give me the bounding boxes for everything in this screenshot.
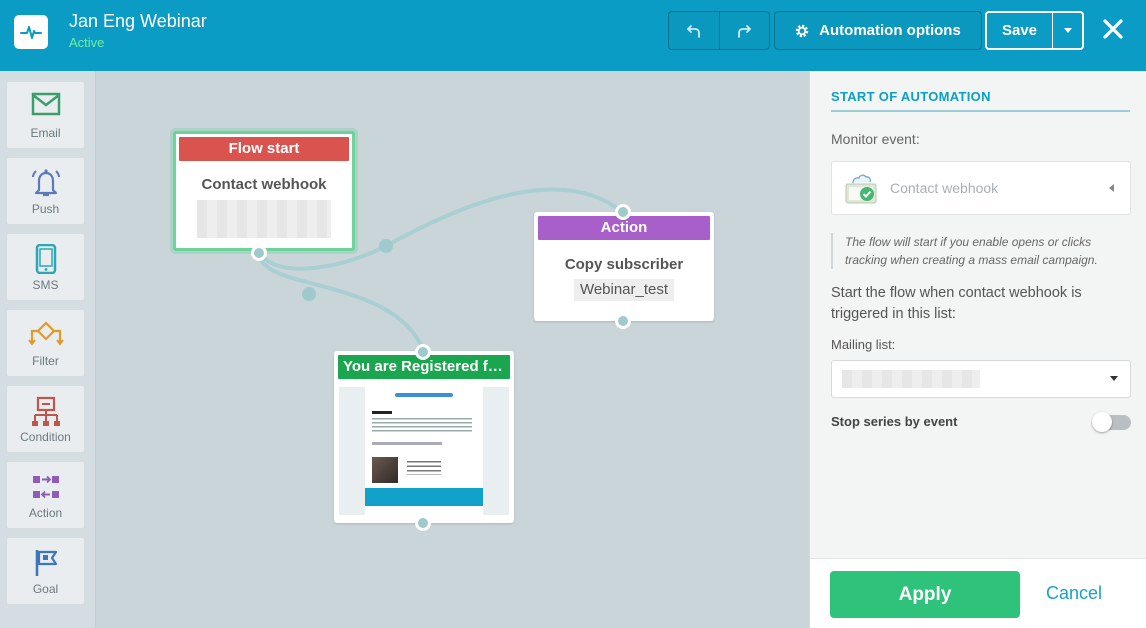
filter-icon xyxy=(27,321,64,346)
flow-start-node[interactable]: Flow start Contact webhook xyxy=(173,131,355,251)
app-logo[interactable] xyxy=(14,15,48,49)
caret-left-icon xyxy=(1109,184,1114,192)
palette-label: Goal xyxy=(32,582,59,596)
caret-down-icon xyxy=(1110,376,1118,381)
email-preview-card xyxy=(365,387,483,515)
palette-label: Filter xyxy=(32,354,59,368)
email-input-port[interactable] xyxy=(415,344,431,360)
redo-icon xyxy=(738,24,752,38)
flag-icon xyxy=(35,550,57,576)
close-icon xyxy=(1103,19,1123,39)
panel-footer: Apply Cancel xyxy=(810,558,1146,628)
action-icon xyxy=(32,475,59,499)
connection-midpoint xyxy=(379,239,393,253)
element-palette: Email Push SMS Filter Condition Action G… xyxy=(0,71,96,628)
redo-button[interactable] xyxy=(719,12,769,49)
undo-icon xyxy=(686,24,700,38)
email-output-port[interactable] xyxy=(415,515,431,531)
email-preview-signature xyxy=(407,461,441,475)
palette-label: Condition xyxy=(20,430,71,444)
phone-icon xyxy=(35,244,56,274)
palette-item-filter[interactable]: Filter xyxy=(6,309,85,377)
cancel-button[interactable]: Cancel xyxy=(1046,583,1102,604)
toggle-knob xyxy=(1092,412,1112,432)
email-preview-text xyxy=(372,418,472,432)
panel-title: START OF AUTOMATION xyxy=(831,89,991,104)
stop-series-toggle[interactable] xyxy=(1092,412,1131,432)
palette-item-condition[interactable]: Condition xyxy=(6,385,85,453)
palette-label: Push xyxy=(31,202,60,216)
save-button-group: Save xyxy=(985,11,1084,50)
action-output-port[interactable] xyxy=(615,313,631,329)
panel-divider xyxy=(831,110,1130,112)
palette-item-action[interactable]: Action xyxy=(6,461,85,529)
undo-button[interactable] xyxy=(669,12,719,49)
email-preview-logo xyxy=(395,393,453,397)
gear-icon xyxy=(795,24,809,37)
pulse-icon xyxy=(20,26,42,39)
automation-options-button[interactable]: Automation options xyxy=(774,11,982,50)
action-input-port[interactable] xyxy=(615,204,631,220)
redacted-list-name xyxy=(197,200,331,238)
connection-midpoint xyxy=(302,287,316,301)
email-preview-photo xyxy=(372,457,398,483)
monitor-event-hint: The flow will start if you enable opens … xyxy=(831,233,1131,269)
flow-start-title: Contact webhook xyxy=(201,176,327,193)
save-button[interactable]: Save xyxy=(987,13,1053,48)
palette-label: SMS xyxy=(32,278,59,292)
flow-start-output-port[interactable] xyxy=(251,245,267,261)
email-node[interactable]: You are Registered fo... xyxy=(334,351,514,523)
automation-options-label: Automation options xyxy=(819,22,961,39)
action-node[interactable]: Action Copy subscriber Webinar_test xyxy=(534,212,714,321)
monitor-event-select[interactable]: Contact webhook xyxy=(831,161,1131,215)
email-preview-heading xyxy=(372,411,392,414)
top-bar: Jan Eng Webinar Active Automation option… xyxy=(0,0,1146,71)
cloud-check-icon xyxy=(845,174,877,204)
bell-icon xyxy=(31,169,60,197)
automation-title[interactable]: Jan Eng Webinar xyxy=(69,11,207,32)
email-preview-text xyxy=(372,442,442,445)
flow-start-header: Flow start xyxy=(179,137,349,161)
monitor-event-label: Monitor event: xyxy=(831,131,920,147)
palette-item-email[interactable]: Email xyxy=(6,81,85,149)
condition-icon xyxy=(31,396,60,426)
caret-down-icon xyxy=(1063,28,1072,33)
action-tag: Webinar_test xyxy=(574,279,674,301)
palette-item-push[interactable]: Push xyxy=(6,157,85,225)
settings-panel: START OF AUTOMATION Monitor event: Conta… xyxy=(809,71,1146,628)
mailing-list-select[interactable] xyxy=(831,360,1131,398)
apply-button[interactable]: Apply xyxy=(830,571,1020,618)
monitor-event-value: Contact webhook xyxy=(890,180,999,196)
palette-label: Action xyxy=(28,506,63,520)
save-dropdown-button[interactable] xyxy=(1053,13,1082,48)
palette-item-sms[interactable]: SMS xyxy=(6,233,85,301)
start-flow-description: Start the flow when contact webhook is t… xyxy=(831,285,1082,322)
redacted-mailing-list xyxy=(842,370,980,388)
mailing-list-label: Mailing list: xyxy=(831,337,896,352)
email-preview xyxy=(339,387,509,515)
action-title: Copy subscriber xyxy=(564,256,684,273)
email-preview-banner xyxy=(365,488,483,506)
close-button[interactable] xyxy=(1101,17,1125,41)
palette-item-goal[interactable]: Goal xyxy=(6,537,85,605)
envelope-icon xyxy=(31,92,60,116)
automation-status: Active xyxy=(69,35,105,50)
stop-series-label: Stop series by event xyxy=(831,414,958,429)
palette-label: Email xyxy=(30,126,61,140)
flow-canvas[interactable]: Flow start Contact webhook Action Copy s… xyxy=(96,71,809,628)
undo-redo-group xyxy=(668,11,770,50)
